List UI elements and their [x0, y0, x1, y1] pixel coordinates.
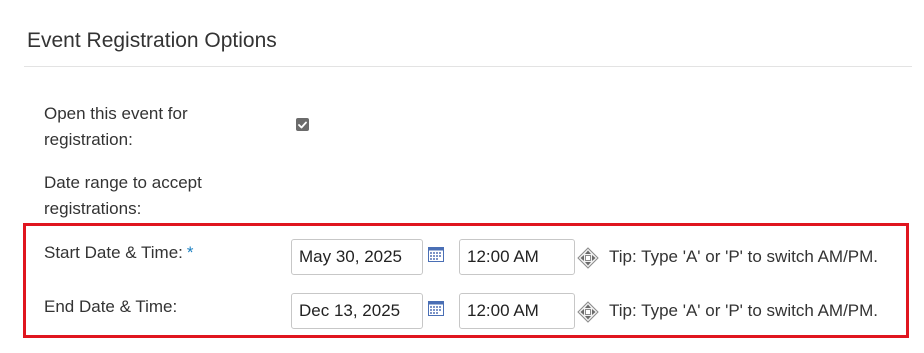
start-time-tip: Tip: Type 'A' or 'P' to switch AM/PM.	[609, 247, 879, 266]
calendar-icon[interactable]	[428, 301, 444, 316]
required-marker: *	[186, 243, 194, 262]
start-time-input[interactable]: 12:00 AM	[459, 239, 575, 275]
open-registration-label: Open this event for registration:	[44, 104, 188, 149]
end-datetime-label: End Date & Time:	[44, 297, 178, 316]
end-time-tip: Tip: Type 'A' or 'P' to switch AM/PM.	[609, 301, 879, 320]
end-time-input[interactable]: 12:00 AM	[459, 293, 575, 329]
time-spinner-icon[interactable]	[577, 301, 599, 323]
section-title: Event Registration Options	[27, 29, 277, 52]
time-spinner-icon[interactable]	[577, 247, 599, 269]
date-range-label: Date range to accept registrations:	[44, 173, 202, 218]
check-icon	[298, 121, 307, 128]
section-divider	[24, 66, 912, 67]
start-datetime-label-text: Start Date & Time:	[44, 243, 183, 262]
open-registration-checkbox[interactable]	[296, 118, 309, 131]
start-date-input[interactable]: May 30, 2025	[291, 239, 423, 275]
start-datetime-label: Start Date & Time: *	[44, 240, 194, 266]
calendar-icon[interactable]	[428, 247, 444, 262]
end-date-input[interactable]: Dec 13, 2025	[291, 293, 423, 329]
